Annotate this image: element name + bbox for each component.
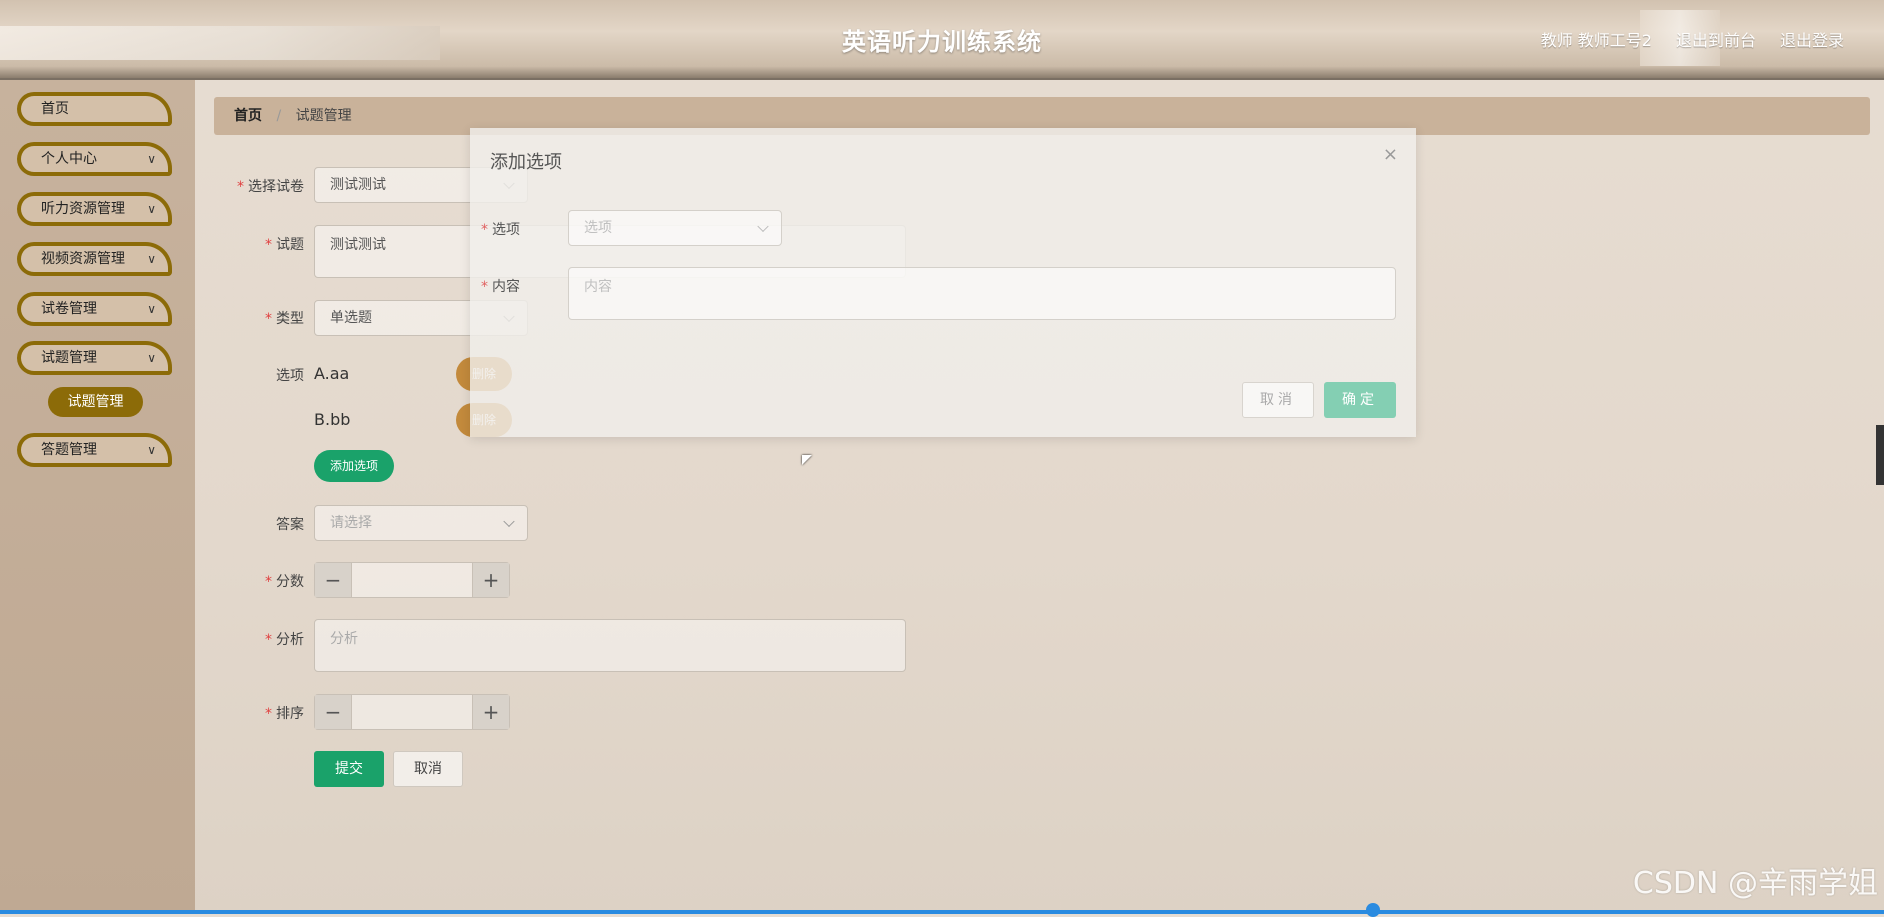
- minus-icon[interactable]: −: [315, 563, 352, 597]
- chevron-down-icon: ∨: [147, 302, 156, 316]
- dialog-content-label: * 内容: [481, 279, 520, 295]
- type-label: * 类型: [265, 311, 304, 327]
- sidebar-item-home[interactable]: 首页: [17, 92, 172, 126]
- close-icon[interactable]: ×: [1383, 144, 1398, 165]
- option-item: A.aa: [314, 364, 350, 383]
- analysis-label: * 分析: [265, 632, 304, 648]
- sidebar-item-answers[interactable]: 答题管理 ∨: [17, 433, 172, 467]
- sidebar-item-profile[interactable]: 个人中心 ∨: [17, 142, 172, 176]
- add-option-button[interactable]: 添加选项: [314, 450, 394, 482]
- question-label: * 试题: [265, 237, 304, 253]
- breadcrumb-current: 试题管理: [295, 108, 352, 124]
- top-header: 英语听力训练系统 教师 教师工号2 退出到前台 退出登录: [0, 0, 1884, 80]
- mouse-cursor-icon: [802, 455, 812, 465]
- chevron-down-icon: ∨: [147, 252, 156, 266]
- dialog-confirm-button[interactable]: 确定: [1324, 382, 1396, 418]
- sidebar-item-label: 个人中心: [41, 151, 97, 167]
- plus-icon[interactable]: +: [472, 563, 509, 597]
- sidebar-item-audio[interactable]: 听力资源管理 ∨: [17, 192, 172, 226]
- sidebar-item-label: 试卷管理: [41, 301, 97, 317]
- chevron-down-icon: ∨: [147, 202, 156, 216]
- to-front-link[interactable]: 退出到前台: [1676, 27, 1756, 51]
- current-user: 教师 教师工号2: [1540, 31, 1652, 50]
- sidebar-item-papers[interactable]: 试卷管理 ∨: [17, 292, 172, 326]
- paper-label: * 选择试卷: [237, 179, 304, 195]
- dialog-title: 添加选项: [490, 152, 562, 173]
- sidebar: 首页 个人中心 ∨ 听力资源管理 ∨ 视频资源管理 ∨ 试卷管理 ∨ 试题管理 …: [0, 80, 195, 914]
- header-links: 教师 教师工号2 退出到前台 退出登录: [1541, 27, 1844, 51]
- score-label: * 分数: [265, 574, 304, 590]
- option-item: B.bb: [314, 410, 351, 429]
- logout-link[interactable]: 退出登录: [1780, 27, 1844, 51]
- plus-icon[interactable]: +: [472, 695, 509, 729]
- sidebar-item-label: 听力资源管理: [41, 201, 125, 217]
- cancel-button[interactable]: 取消: [393, 751, 463, 787]
- minus-icon[interactable]: −: [315, 695, 352, 729]
- watermark: CSDN @辛雨学姐: [1632, 866, 1878, 901]
- progress-bar: [0, 910, 1884, 914]
- order-label: * 排序: [265, 706, 304, 722]
- sidebar-item-label: 视频资源管理: [41, 251, 125, 267]
- sidebar-item-label: 答题管理: [41, 442, 97, 458]
- score-input[interactable]: [352, 563, 472, 597]
- dialog-option-select[interactable]: 选项: [568, 210, 782, 246]
- breadcrumb-separator: /: [276, 108, 282, 124]
- progress-handle[interactable]: [1366, 903, 1380, 917]
- chevron-down-icon: ∨: [147, 351, 156, 365]
- order-stepper[interactable]: − +: [314, 694, 510, 730]
- sidebar-item-video[interactable]: 视频资源管理 ∨: [17, 242, 172, 276]
- answer-select[interactable]: 请选择: [314, 505, 528, 541]
- add-option-dialog: 添加选项 × * 选项 选项 * 内容 内容 取消 确定: [470, 128, 1416, 437]
- answer-label: 答案: [276, 517, 304, 533]
- analysis-textarea[interactable]: 分析: [314, 619, 906, 672]
- dialog-cancel-button[interactable]: 取消: [1242, 382, 1314, 418]
- sidebar-item-label: 试题管理: [41, 350, 97, 366]
- sidebar-subitem-questions[interactable]: 试题管理: [48, 387, 143, 417]
- chevron-down-icon: ∨: [147, 152, 156, 166]
- score-stepper[interactable]: − +: [314, 562, 510, 598]
- order-input[interactable]: [352, 695, 472, 729]
- submit-button[interactable]: 提交: [314, 751, 384, 787]
- sidebar-item-questions[interactable]: 试题管理 ∨: [17, 341, 172, 375]
- breadcrumb-home[interactable]: 首页: [234, 108, 262, 124]
- scroll-handle[interactable]: [1876, 425, 1884, 485]
- dialog-option-label: * 选项: [481, 222, 520, 238]
- chevron-down-icon: ∨: [147, 443, 156, 457]
- sidebar-item-label: 首页: [41, 101, 69, 117]
- dialog-content-textarea[interactable]: 内容: [568, 267, 1396, 320]
- options-label: 选项: [276, 368, 304, 384]
